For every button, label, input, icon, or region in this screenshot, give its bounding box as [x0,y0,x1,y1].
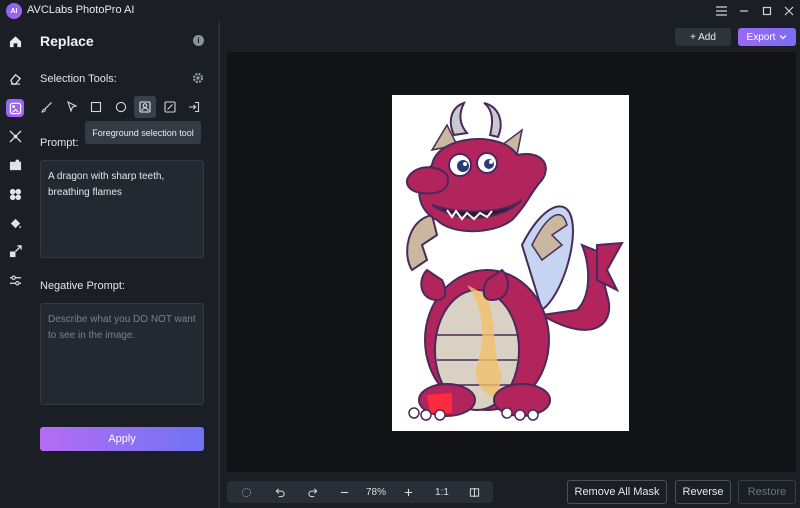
title-bar: AI AVCLabs PhotoPro AI [0,0,800,22]
compare-icon[interactable] [467,481,481,503]
gear-icon[interactable] [192,72,204,84]
ai-select-icon[interactable] [159,96,181,118]
menu-icon[interactable] [710,1,732,21]
reverse-button[interactable]: Reverse [675,480,731,504]
panel-divider[interactable] [218,22,220,508]
replace-panel: Replace i Selection Tools: Prompt: A dra… [30,22,218,508]
image-preview[interactable] [392,95,629,431]
pointer-icon[interactable] [61,96,83,118]
zoom-level: 78% [365,486,386,498]
info-icon[interactable]: i [193,35,204,46]
rectangle-icon[interactable] [85,96,107,118]
prompt-input[interactable]: A dragon with sharp teeth, breathing fla… [40,160,204,258]
import-mask-icon[interactable] [183,96,205,118]
undo-icon[interactable] [273,481,287,503]
home-icon[interactable] [6,32,24,50]
chevron-down-icon [780,35,787,40]
expand-icon[interactable] [6,127,24,145]
replace-icon[interactable] [6,99,24,117]
negative-prompt-label: Negative Prompt: [40,280,125,292]
colorize-icon[interactable] [6,185,24,203]
app-logo: AI [6,3,22,19]
background-icon[interactable] [6,156,24,174]
dotted-circle-icon[interactable] [239,481,253,503]
ellipse-icon[interactable] [110,96,132,118]
add-button[interactable]: + Add [675,28,731,46]
tool-tooltip: Foreground selection tool [85,121,201,144]
eraser-icon[interactable] [6,69,24,87]
close-icon[interactable] [778,1,800,21]
negative-prompt-input[interactable]: Describe what you DO NOT want to see in … [40,303,204,405]
adjust-icon[interactable] [6,271,24,289]
dragon-illustration [405,101,624,421]
selection-tools-label: Selection Tools: [40,73,117,85]
paint-bucket-icon[interactable] [6,214,24,232]
upscale-icon[interactable] [6,242,24,260]
app-title: AVCLabs PhotoPro AI [27,4,135,16]
maximize-icon[interactable] [756,1,778,21]
selection-tools [36,96,208,118]
export-button[interactable]: Export [738,28,796,46]
zoom-bar: 78% 1:1 [227,481,493,503]
actual-size-button[interactable]: 1:1 [431,481,453,503]
image-canvas[interactable] [227,52,796,472]
prompt-label: Prompt: [40,137,79,149]
panel-title: Replace [40,33,94,49]
remove-all-mask-button[interactable]: Remove All Mask [567,480,667,504]
minimize-icon[interactable] [733,1,755,21]
apply-button[interactable]: Apply [40,427,204,451]
tool-rail [0,22,30,508]
restore-button[interactable]: Restore [738,480,796,504]
zoom-in-icon[interactable] [401,481,415,503]
redo-icon[interactable] [305,481,319,503]
brush-icon[interactable] [36,96,58,118]
foreground-select-icon[interactable] [134,96,156,118]
zoom-out-icon[interactable] [337,481,351,503]
